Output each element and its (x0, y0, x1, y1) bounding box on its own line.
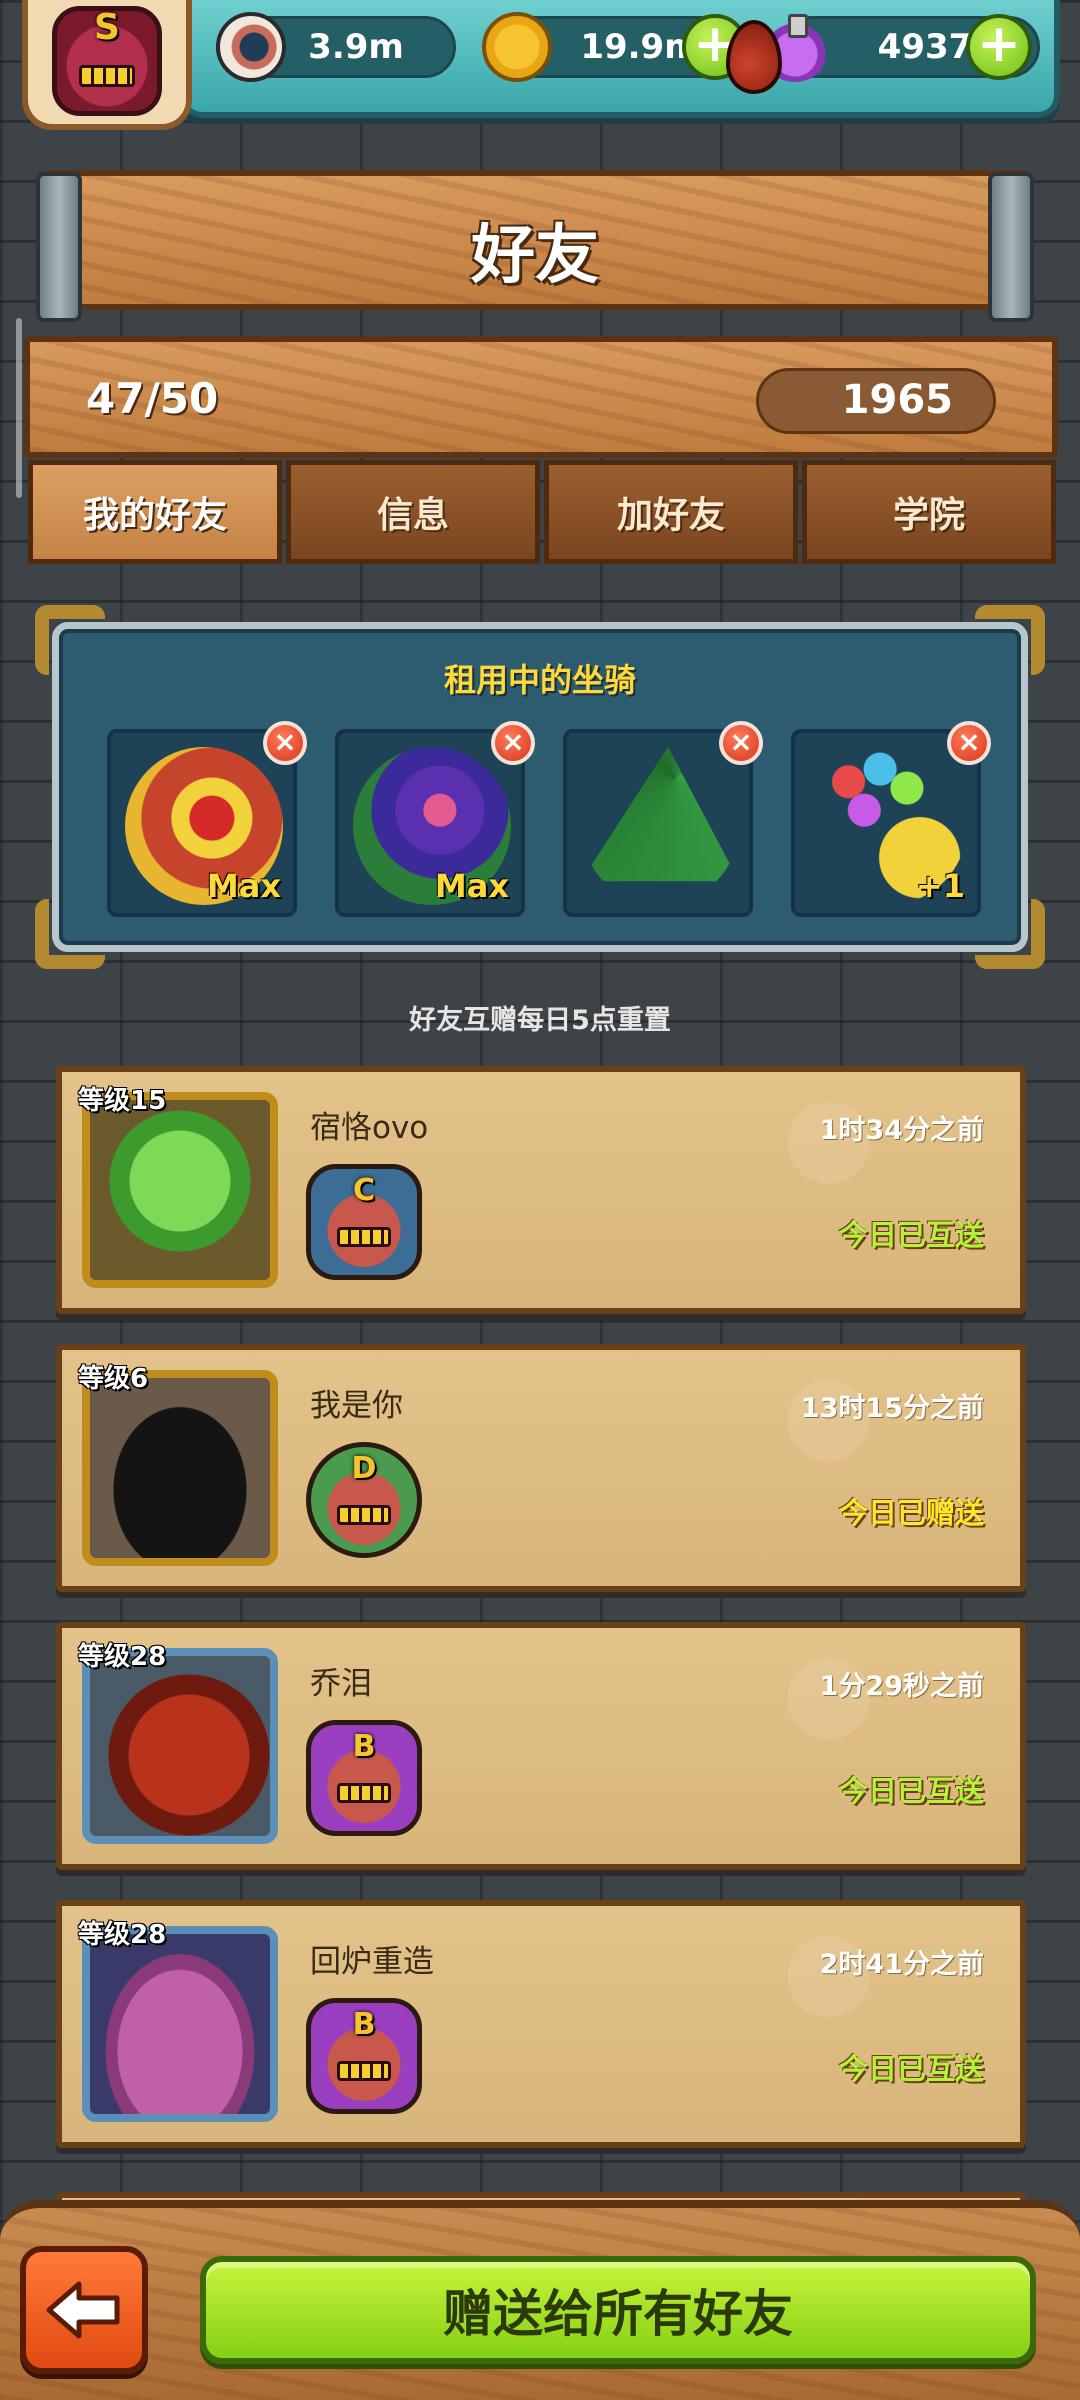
panel-corner-icon (975, 899, 1045, 969)
tab-add-friend[interactable]: 加好友 (544, 460, 798, 564)
arrow-left-icon (46, 2281, 120, 2339)
friend-rank-emblem: B (306, 1720, 422, 1836)
friend-rank-emblem: C (306, 1164, 422, 1280)
friend-gift-status: 今日已互送 (838, 2052, 984, 2086)
blood-count: 1965 (841, 377, 953, 423)
resource-bar: 3.9m 19.9m + 4937 + (180, 0, 1060, 118)
panel-corner-icon (35, 899, 105, 969)
friend-level: 等级28 (78, 1642, 167, 1672)
friend-count: 47/50 (86, 374, 219, 423)
coin-icon (482, 12, 552, 82)
teeth-icon (337, 1505, 391, 1525)
pink-fuzzy-monster-icon (82, 1926, 278, 2122)
player-rank-emblem: S (52, 6, 162, 116)
tab-bar: 我的好友 信息 加好友 学院 (28, 460, 1056, 564)
eyeball-icon (216, 12, 286, 82)
close-icon[interactable]: × (263, 721, 307, 765)
friend-row[interactable]: 等级28 回炉重造 2时41分之前 B 今日已互送 (56, 1900, 1026, 2148)
friend-row[interactable]: 等级15 宿恪ovo 1时34分之前 C 今日已互送 (56, 1066, 1026, 1314)
friend-level: 等级28 (78, 1920, 167, 1950)
friend-rank-letter: B (352, 1729, 376, 1764)
teeth-icon (337, 1227, 391, 1247)
send-to-all-label: 赠送给所有好友 (443, 2285, 793, 2343)
friend-gift-status: 今日已赠送 (838, 1496, 984, 1530)
player-avatar[interactable]: S (22, 0, 192, 130)
friend-name: 我是你 (310, 1388, 403, 1424)
friend-name: 乔泪 (310, 1666, 372, 1702)
friend-rank-letter: B (352, 2007, 376, 2042)
friend-last-seen: 13时15分之前 (800, 1393, 984, 1424)
red-dragon-monster-icon (82, 1648, 278, 1844)
reset-note: 好友互赠每日5点重置 (409, 1005, 671, 1036)
send-to-all-friends-button[interactable]: 赠送给所有好友 (200, 2256, 1036, 2364)
friend-name: 宿恪ovo (310, 1110, 429, 1146)
black-blob-monster-icon (82, 1370, 278, 1566)
potion-count: 4937 (877, 27, 973, 67)
rented-mounts-panel: 租用中的坐骑 × Max × Max × × +1 (35, 605, 1045, 969)
add-potions-button[interactable]: + (966, 14, 1032, 80)
mount-badge: Max (206, 867, 281, 905)
eye-count: 3.9m (308, 27, 404, 67)
teeth-icon (337, 1783, 391, 1803)
friend-last-seen: 1分29秒之前 (819, 1671, 984, 1702)
friend-row[interactable]: 等级6 我是你 13时15分之前 D 今日已赠送 (56, 1344, 1026, 1592)
close-icon[interactable]: × (947, 721, 991, 765)
close-icon[interactable]: × (491, 721, 535, 765)
friend-last-seen: 1时34分之前 (819, 1115, 984, 1146)
close-icon[interactable]: × (719, 721, 763, 765)
tab-messages[interactable]: 信息 (286, 460, 540, 564)
teeth-icon (337, 2061, 391, 2081)
friend-level: 等级6 (78, 1364, 149, 1394)
scroll-indicator[interactable] (16, 318, 22, 498)
blood-counter: 1965 (756, 368, 996, 434)
friend-rank-letter: D (351, 1451, 377, 1486)
stats-plank: 47/50 1965 (24, 336, 1058, 458)
lettuce-monster-icon (82, 1092, 278, 1288)
back-button[interactable] (20, 2246, 148, 2374)
mount-slot[interactable]: × Max (107, 721, 307, 917)
page-title: 好友 (471, 219, 599, 293)
player-rank-letter: S (94, 7, 120, 48)
friend-row[interactable]: 等级28 乔泪 1分29秒之前 B 今日已互送 (56, 1622, 1026, 1870)
tab-academy[interactable]: 学院 (802, 460, 1056, 564)
friend-gift-status: 今日已互送 (838, 1774, 984, 1808)
friend-last-seen: 2时41分之前 (819, 1949, 984, 1980)
friend-gift-status: 今日已互送 (838, 1218, 984, 1252)
friend-level: 等级15 (78, 1086, 167, 1116)
friend-rank-letter: C (352, 1173, 376, 1208)
friend-name: 回炉重造 (310, 1944, 434, 1980)
christmas-tree-mount-icon (581, 747, 739, 882)
mount-badge: +1 (915, 867, 965, 905)
mounts-title: 租用中的坐骑 (443, 661, 636, 699)
mount-badge: Max (434, 867, 509, 905)
title-plank: 好友 (36, 170, 1034, 322)
teeth-icon (79, 65, 135, 87)
mount-slot[interactable]: × Max (335, 721, 535, 917)
friend-rank-emblem: D (306, 1442, 422, 1558)
tab-my-friends[interactable]: 我的好友 (28, 460, 282, 564)
mount-slot[interactable]: × (563, 721, 763, 917)
friend-rank-emblem: B (306, 1998, 422, 2114)
mount-slot[interactable]: × +1 (791, 721, 991, 917)
